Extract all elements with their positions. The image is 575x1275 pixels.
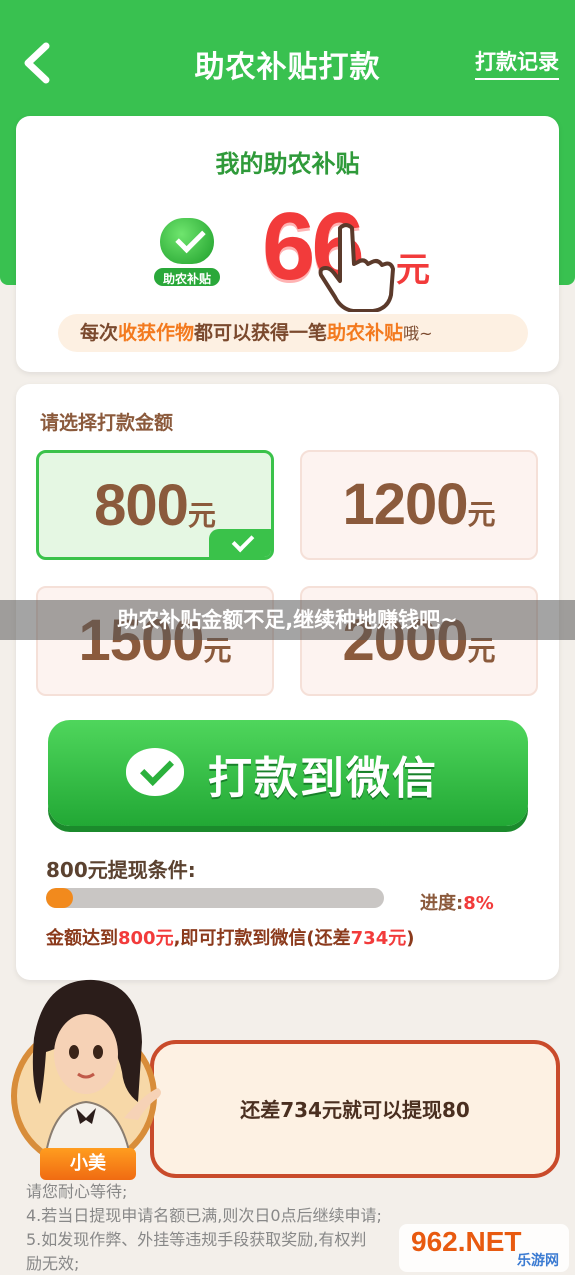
- condition-title: 800元提现条件:: [46, 858, 196, 882]
- note-amount: 800元: [118, 928, 174, 949]
- subsidy-badge-icon: 助农补贴: [152, 214, 226, 292]
- helper-name-tag: 小美: [40, 1148, 136, 1180]
- toast-message: 助农补贴金额不足,继续种地赚钱吧~: [0, 600, 575, 640]
- subsidy-tip: 每次收获作物都可以获得一笔助农补贴哦~: [58, 314, 528, 352]
- watermark-site: 乐游网: [517, 1253, 559, 1269]
- wechat-icon: [126, 748, 184, 796]
- selected-check-icon: [209, 529, 271, 557]
- subsidy-card: 我的助农补贴 助农补贴 66 元 每次收获作物都可以获得一笔助农补贴哦~: [16, 116, 559, 372]
- option-unit: 元: [187, 499, 216, 532]
- withdraw-card: 请选择打款金额 800元 1200元 1500元 2000元 打款到微信 800…: [16, 384, 559, 980]
- option-amount: 800: [94, 473, 189, 538]
- note-gap: 734元: [350, 928, 407, 949]
- withdraw-button-label: 打款到微信: [208, 753, 438, 804]
- site-watermark: 962.NET 乐游网: [399, 1224, 569, 1272]
- withdraw-note: 金额达到800元,即可打款到微信(还差734元): [46, 924, 414, 950]
- option-unit: 元: [467, 498, 496, 531]
- helper-speech-bubble[interactable]: 还差734元就可以提现80: [150, 1040, 560, 1178]
- tip-middle: 都可以获得一笔: [194, 322, 328, 344]
- tip-highlight-subsidy: 助农补贴: [327, 322, 404, 344]
- option-amount: 1200: [342, 472, 468, 537]
- progress-text: 进度:8%: [420, 889, 494, 915]
- amount-option-800[interactable]: 800元: [36, 450, 274, 560]
- progress-bar: [46, 888, 384, 908]
- helper-message: 还差734元就可以提现80: [240, 1098, 470, 1122]
- note-prefix: 金额达到: [46, 928, 118, 949]
- tip-prefix: 每次: [80, 322, 119, 344]
- note-middle: ,即可打款到微信(还差: [173, 928, 351, 949]
- wechat-check-icon: [158, 216, 216, 266]
- progress-value: 8%: [463, 893, 494, 914]
- progress-label: 进度:: [420, 893, 464, 914]
- badge-label: 助农补贴: [152, 266, 222, 288]
- note-suffix: ): [406, 928, 415, 949]
- helper-avatar: [11, 979, 161, 1169]
- subsidy-unit: 元: [396, 250, 430, 290]
- watermark-logo: 962.NET: [411, 1226, 522, 1257]
- amount-option-1200[interactable]: 1200元: [300, 450, 538, 560]
- tip-highlight-harvest: 收获作物: [118, 322, 195, 344]
- pointing-hand-icon: [318, 223, 395, 312]
- progress-fill: [46, 888, 74, 908]
- select-amount-title: 请选择打款金额: [40, 412, 174, 434]
- withdraw-to-wechat-button[interactable]: 打款到微信: [48, 720, 528, 826]
- subsidy-heading: 我的助农补贴: [215, 150, 360, 178]
- tip-suffix: 哦~: [403, 324, 433, 343]
- payout-record-link[interactable]: 打款记录: [475, 46, 559, 80]
- rules-line: 请您耐心等待;: [26, 1182, 128, 1201]
